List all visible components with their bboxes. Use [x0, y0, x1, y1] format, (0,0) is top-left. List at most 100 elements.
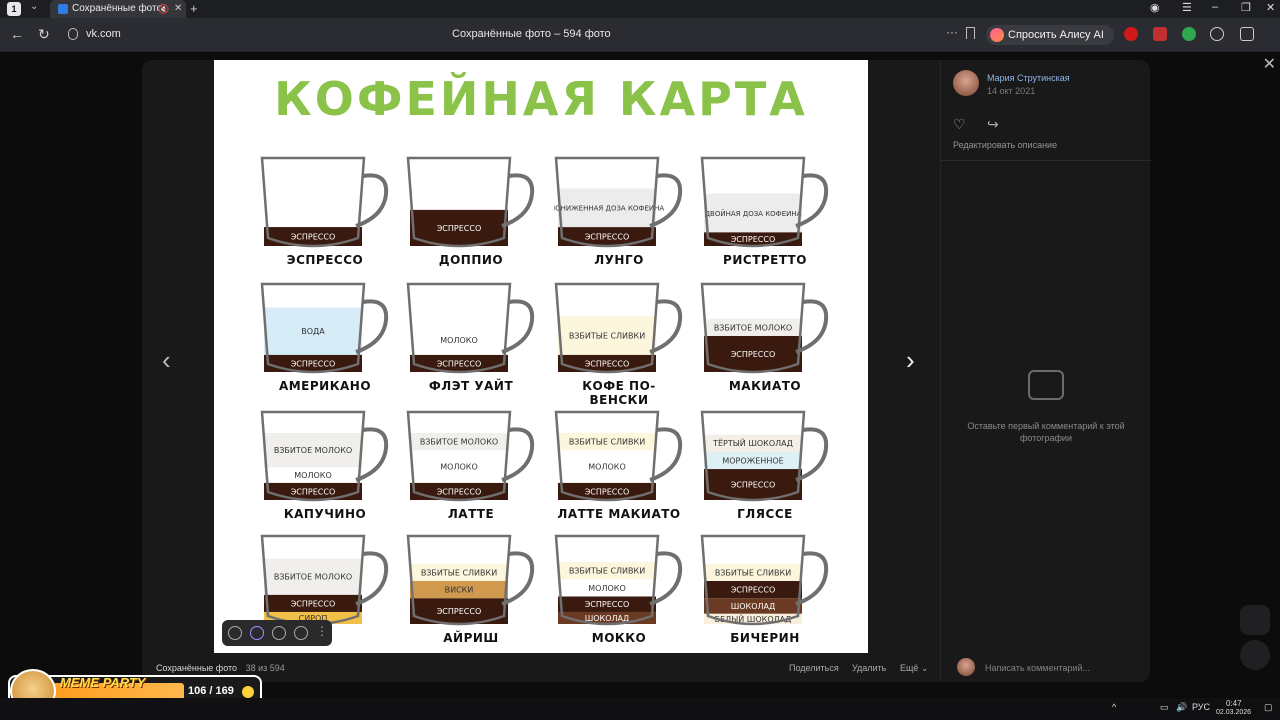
extensions-puzzle-icon[interactable]	[1240, 27, 1254, 41]
alice-button[interactable]: Спросить Алису AI	[986, 25, 1114, 45]
cup-drawing: ЭСПРЕССО МОЛОКО ВЗБИТЫЕ СЛИВКИ	[554, 410, 683, 502]
tab-active[interactable]: Сохранённые фото 🔇 ✕	[50, 0, 186, 18]
cup-drawing: БЕЛЫЙ ШОКОЛАДШОКОЛАДЭСПРЕССОВЗБИТЫЕ СЛИВ…	[700, 534, 829, 626]
bookmark-icon[interactable]	[966, 27, 975, 39]
tab-count-badge[interactable]: 1	[7, 2, 21, 16]
address-bar: ← ↻ vk.com Сохранённые фото – 594 фото ·…	[0, 18, 1280, 52]
screenshot-icon[interactable]	[294, 626, 308, 640]
cup-layer-label: ЭСПРЕССО	[585, 487, 630, 496]
cup-layer-label: ВЗБИТЫЕ СЛИВКИ	[421, 568, 497, 577]
cup-layer-label: ЭСПРЕССО	[291, 599, 336, 608]
url-field[interactable]: vk.com Сохранённые фото – 594 фото ···	[62, 24, 982, 46]
notifications-icon[interactable]: ▢	[1264, 702, 1273, 713]
cup-layer-label: МОЛОКО	[440, 336, 478, 345]
mute-icon[interactable]: 🔇	[158, 0, 169, 18]
cup-drawing: ЭСПРЕССО МОЛОКО ВЗБИТОЕ МОЛОКО	[260, 410, 389, 502]
cup-layer-label: ВЗБИТЫЕ СЛИВКИ	[569, 438, 645, 447]
tab-title: Сохранённые фото	[72, 3, 163, 14]
cup-8: ЭСПРЕССО ВЗБИТОЕ МОЛОКО МАКИАТО	[700, 280, 830, 402]
minimize-icon[interactable]: –	[1212, 1, 1218, 13]
cup-1: ЭСПРЕССО ЭСПРЕССО	[260, 154, 390, 276]
album-name[interactable]: Сохранённые фото	[156, 663, 237, 673]
site-info-icon[interactable]	[68, 28, 78, 40]
tray-chevron-icon[interactable]: ^	[1112, 702, 1116, 712]
post-date: 14 окт 2021	[987, 86, 1036, 96]
prev-photo-icon[interactable]: ‹	[162, 345, 171, 376]
author-name[interactable]: Мария Струтинская	[987, 73, 1070, 83]
cup-layer-label: ЭСПРЕССО	[731, 481, 776, 490]
reload-icon[interactable]: ↻	[38, 26, 50, 43]
close-window-icon[interactable]: ✕	[1266, 1, 1275, 14]
photo-counter: 38 из 594	[245, 663, 285, 673]
like-icon[interactable]: ♡	[953, 116, 966, 133]
sidebar-profile-icon[interactable]	[1240, 640, 1270, 670]
cup-name: ГЛЯССЕ	[737, 507, 793, 521]
cup-layer-label: МОЛОКО	[588, 584, 626, 593]
cup-2: ЭСПРЕССО ДОППИО	[406, 154, 536, 276]
back-icon[interactable]: ←	[10, 26, 24, 42]
page-content: ‹ › КОФЕЙНАЯ КАРТА ЭСПРЕССО ЭСПРЕССО ЭСПРЕ…	[0, 52, 1280, 692]
language-indicator[interactable]: РУС	[1192, 702, 1210, 712]
delete-link[interactable]: Удалить	[852, 663, 886, 673]
cup-name: БИЧЕРИН	[730, 631, 800, 645]
cup-10: ЭСПРЕССО МОЛОКО ВЗБИТОЕ МОЛОКО ЛАТТЕ	[406, 408, 536, 530]
cup-layer-label: ЭСПРЕССО	[437, 607, 482, 616]
avatar[interactable]	[953, 70, 979, 96]
comment-input[interactable]: Написать комментарий...	[985, 663, 1090, 673]
profile-icon[interactable]: ◉	[1150, 1, 1160, 14]
cup-layer-label: ВЗБИТЫЕ СЛИВКИ	[569, 567, 645, 576]
next-photo-icon[interactable]: ›	[906, 345, 915, 376]
menu-icon[interactable]: ☰	[1182, 1, 1192, 14]
lens-icon[interactable]	[228, 626, 242, 640]
new-tab-button[interactable]: +	[190, 0, 198, 17]
cup-11: ЭСПРЕССО МОЛОКО ВЗБИТЫЕ СЛИВКИ ЛАТТЕ МАКИАТ…	[554, 408, 684, 530]
cup-name: ДОППИО	[438, 253, 504, 267]
empty-comments-text: Оставьте первый комментарий к этой фотог…	[967, 421, 1125, 443]
cup-name: КАПУЧИНО	[283, 507, 367, 521]
cup-3: ЭСПРЕССО ПОНИЖЕННАЯ ДОЗА КОФЕИНА ЛУНГО	[554, 154, 684, 276]
tab-list-chevron-icon[interactable]: ⌄	[30, 1, 38, 12]
cup-name: ФЛЭТ УАЙТ	[428, 379, 514, 393]
edit-description-link[interactable]: Редактировать описание	[953, 140, 1057, 150]
media-play-icon[interactable]	[1210, 27, 1224, 41]
tab-close-icon[interactable]: ✕	[174, 0, 182, 18]
cup-layer-label: МОЛОКО	[294, 471, 332, 480]
cup-drawing: ЭСПРЕССО МОРОЖЕННОЕ ТЁРТЫЙ ШОКОЛАД	[700, 410, 829, 502]
cup-name: ЭСПРЕССО	[286, 253, 364, 267]
cup-name: РИСТРЕТТО	[723, 253, 807, 267]
cup-layer-label: ВЗБИТЫЕ СЛИВКИ	[715, 568, 791, 577]
extension-green-icon[interactable]	[1182, 27, 1196, 41]
ai-icon[interactable]	[250, 626, 264, 640]
clock-date[interactable]: 02.03.2026	[1216, 709, 1251, 716]
extension-red-icon[interactable]	[1124, 27, 1138, 41]
cup-drawing: ЭСПРЕССО ВИСКИ ВЗБИТЫЕ СЛИВКИ	[406, 534, 535, 626]
clock-time[interactable]: 0:47	[1226, 699, 1242, 708]
cup-drawing: ЭСПРЕССО ПОНИЖЕННАЯ ДОЗА КОФЕИНА	[554, 156, 683, 248]
sidebar-alice-icon[interactable]	[1240, 605, 1270, 635]
cup-9: ЭСПРЕССО МОЛОКО ВЗБИТОЕ МОЛОКО КАПУЧИНО	[260, 408, 390, 530]
comments-empty-icon	[1028, 370, 1064, 400]
url-text: vk.com	[86, 28, 121, 40]
more-label: Ещё	[900, 663, 919, 673]
cup-layer-label: ТЁРТЫЙ ШОКОЛАД	[712, 437, 793, 448]
network-icon[interactable]: ▭	[1160, 702, 1169, 713]
extension-ad-icon[interactable]	[1153, 27, 1167, 41]
more-link[interactable]: Ещё ⌄	[900, 663, 928, 674]
share-link[interactable]: Поделиться	[789, 663, 839, 673]
cup-14: ЭСПРЕССО ВИСКИ ВЗБИТЫЕ СЛИВКИ АЙРИШ	[406, 532, 536, 653]
cup-name: ЛУНГО	[594, 253, 644, 267]
cup-name: АМЕРИКАНО	[278, 379, 372, 393]
photo-image[interactable]: КОФЕЙНАЯ КАРТА ЭСПРЕССО ЭСПРЕССО ЭСПРЕССО Д…	[214, 60, 868, 653]
eye-icon[interactable]	[272, 626, 286, 640]
cup-layer-label: ШОКОЛАД	[585, 614, 630, 623]
cup-layer-label: ПОНИЖЕННАЯ ДОЗА КОФЕИНА	[554, 205, 664, 213]
share-icon[interactable]: ↪	[987, 116, 999, 133]
cup-layer-label: ЭСПРЕССО	[437, 487, 482, 496]
restore-icon[interactable]: ❐	[1241, 1, 1251, 14]
more-vertical-icon[interactable]: ⋮	[316, 624, 328, 638]
cup-layer-label: ЭСПРЕССО	[437, 359, 482, 368]
volume-icon[interactable]: 🔊	[1176, 702, 1187, 713]
cup-layer-label: ВЗБИТОЕ МОЛОКО	[274, 573, 352, 582]
close-viewer-icon[interactable]: ✕	[1263, 54, 1276, 74]
more-dots-icon[interactable]: ···	[946, 25, 958, 39]
